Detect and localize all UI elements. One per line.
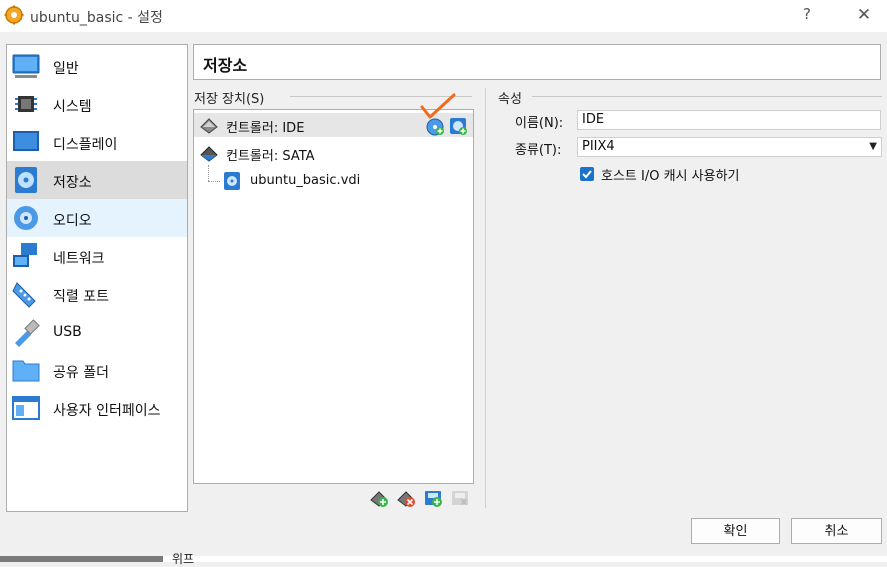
chevron-down-icon: ▼ bbox=[869, 141, 877, 152]
checkmark-icon bbox=[582, 170, 592, 179]
tree-item-disk-image[interactable]: ubuntu_basic.vdi bbox=[218, 169, 473, 193]
name-field-label: 이름(N): bbox=[515, 116, 564, 131]
background-partial-text: 위프 bbox=[172, 552, 195, 566]
usb-icon bbox=[15, 319, 40, 347]
add-controller-icon[interactable] bbox=[369, 488, 389, 508]
help-button[interactable]: ? bbox=[797, 5, 817, 25]
sidebar-item-label: 사용자 인터페이스 bbox=[53, 403, 161, 419]
sidebar-item-label: 오디오 bbox=[53, 213, 92, 229]
storage-devices-label: 저장 장치(S) bbox=[194, 88, 269, 107]
sidebar-item-storage[interactable]: 저장소 bbox=[7, 161, 187, 199]
type-select-value: PIIX4 bbox=[582, 139, 615, 154]
sidebar-item-system[interactable]: 시스템 bbox=[7, 85, 187, 123]
tree-item-ide-controller[interactable]: 컨트롤러: IDE bbox=[194, 93, 473, 137]
sidebar-item-label: USB bbox=[53, 324, 82, 340]
annotation-checkmark bbox=[420, 93, 456, 119]
display-monitor-icon bbox=[13, 131, 39, 151]
general-screen-icon bbox=[12, 54, 40, 78]
background-panel bbox=[0, 556, 163, 562]
disk-image-icon bbox=[224, 172, 240, 190]
system-chip-icon bbox=[15, 96, 37, 112]
sidebar-item-shared-folder[interactable]: 공유 폴더 bbox=[7, 351, 187, 389]
sidebar-item-user-interface[interactable]: 사용자 인터페이스 bbox=[7, 389, 187, 427]
type-select[interactable]: PIIX4 ▼ bbox=[577, 137, 882, 157]
tree-item-label: 컨트롤러: SATA bbox=[226, 149, 315, 164]
page-title-box: 저장소 bbox=[193, 44, 881, 80]
host-io-cache-label: 호스트 I/O 캐시 사용하기 bbox=[601, 169, 740, 184]
tree-item-label: 컨트롤러: IDE bbox=[226, 121, 305, 136]
tree-item-label: ubuntu_basic.vdi bbox=[250, 173, 361, 188]
network-icon bbox=[13, 243, 37, 267]
user-interface-icon bbox=[12, 396, 40, 420]
ide-controller-icon bbox=[200, 118, 218, 134]
ok-button[interactable]: 확인 bbox=[691, 518, 780, 544]
sidebar-item-serial-port[interactable]: 직렬 포트 bbox=[7, 275, 187, 313]
background-window-strip: 위프 bbox=[0, 552, 887, 566]
sidebar-item-audio[interactable]: 오디오 bbox=[7, 199, 187, 237]
tree-connector bbox=[208, 165, 210, 181]
add-attachment-icon[interactable] bbox=[423, 488, 443, 508]
serial-port-icon bbox=[12, 282, 36, 308]
attributes-label: 속성 bbox=[498, 88, 526, 107]
name-input-value: IDE bbox=[582, 112, 605, 127]
storage-disk-icon bbox=[15, 167, 37, 193]
sidebar-item-general[interactable]: 일반 bbox=[7, 47, 187, 85]
sidebar-item-label: 네트워크 bbox=[53, 251, 105, 267]
title-bar: ubuntu_basic - 설정 ? ✕ bbox=[0, 0, 887, 32]
type-field-label: 종류(T): bbox=[515, 143, 562, 158]
sata-controller-icon bbox=[200, 146, 218, 162]
sidebar-item-label: 저장소 bbox=[53, 175, 92, 191]
sidebar-item-display[interactable]: 디스플레이 bbox=[7, 123, 187, 161]
sidebar-item-label: 직렬 포트 bbox=[53, 289, 109, 305]
name-input[interactable]: IDE bbox=[577, 110, 881, 130]
sidebar-item-label: 일반 bbox=[53, 61, 79, 77]
host-io-cache-checkbox[interactable] bbox=[580, 167, 594, 181]
remove-controller-icon[interactable] bbox=[396, 488, 416, 508]
storage-tree[interactable]: 컨트롤러: IDE 컨트롤러: SATA ubuntu_basic.vdi bbox=[193, 93, 474, 484]
window-title: ubuntu_basic - 설정 bbox=[30, 10, 163, 26]
audio-speaker-icon bbox=[14, 206, 38, 230]
settings-sidebar: 일반 시스템 디스플레이 저장소 오디오 네트워크 직렬 포트 USB 공유 폴… bbox=[6, 44, 188, 512]
cancel-button[interactable]: 취소 bbox=[791, 518, 882, 544]
panel-divider bbox=[485, 88, 486, 508]
sidebar-item-label: 공유 폴더 bbox=[53, 365, 109, 381]
sidebar-item-label: 시스템 bbox=[53, 99, 92, 115]
sidebar-item-network[interactable]: 네트워크 bbox=[7, 237, 187, 275]
sidebar-item-label: 디스플레이 bbox=[53, 137, 118, 153]
close-button[interactable]: ✕ bbox=[852, 5, 876, 27]
group-divider bbox=[532, 96, 882, 97]
shared-folder-icon bbox=[12, 360, 40, 382]
virtualbox-gear-icon bbox=[4, 5, 24, 25]
tree-item-sata-controller[interactable]: 컨트롤러: SATA bbox=[194, 141, 473, 165]
remove-attachment-icon[interactable] bbox=[450, 488, 470, 508]
sidebar-item-usb[interactable]: USB bbox=[7, 313, 187, 351]
page-title: 저장소 bbox=[203, 56, 248, 75]
